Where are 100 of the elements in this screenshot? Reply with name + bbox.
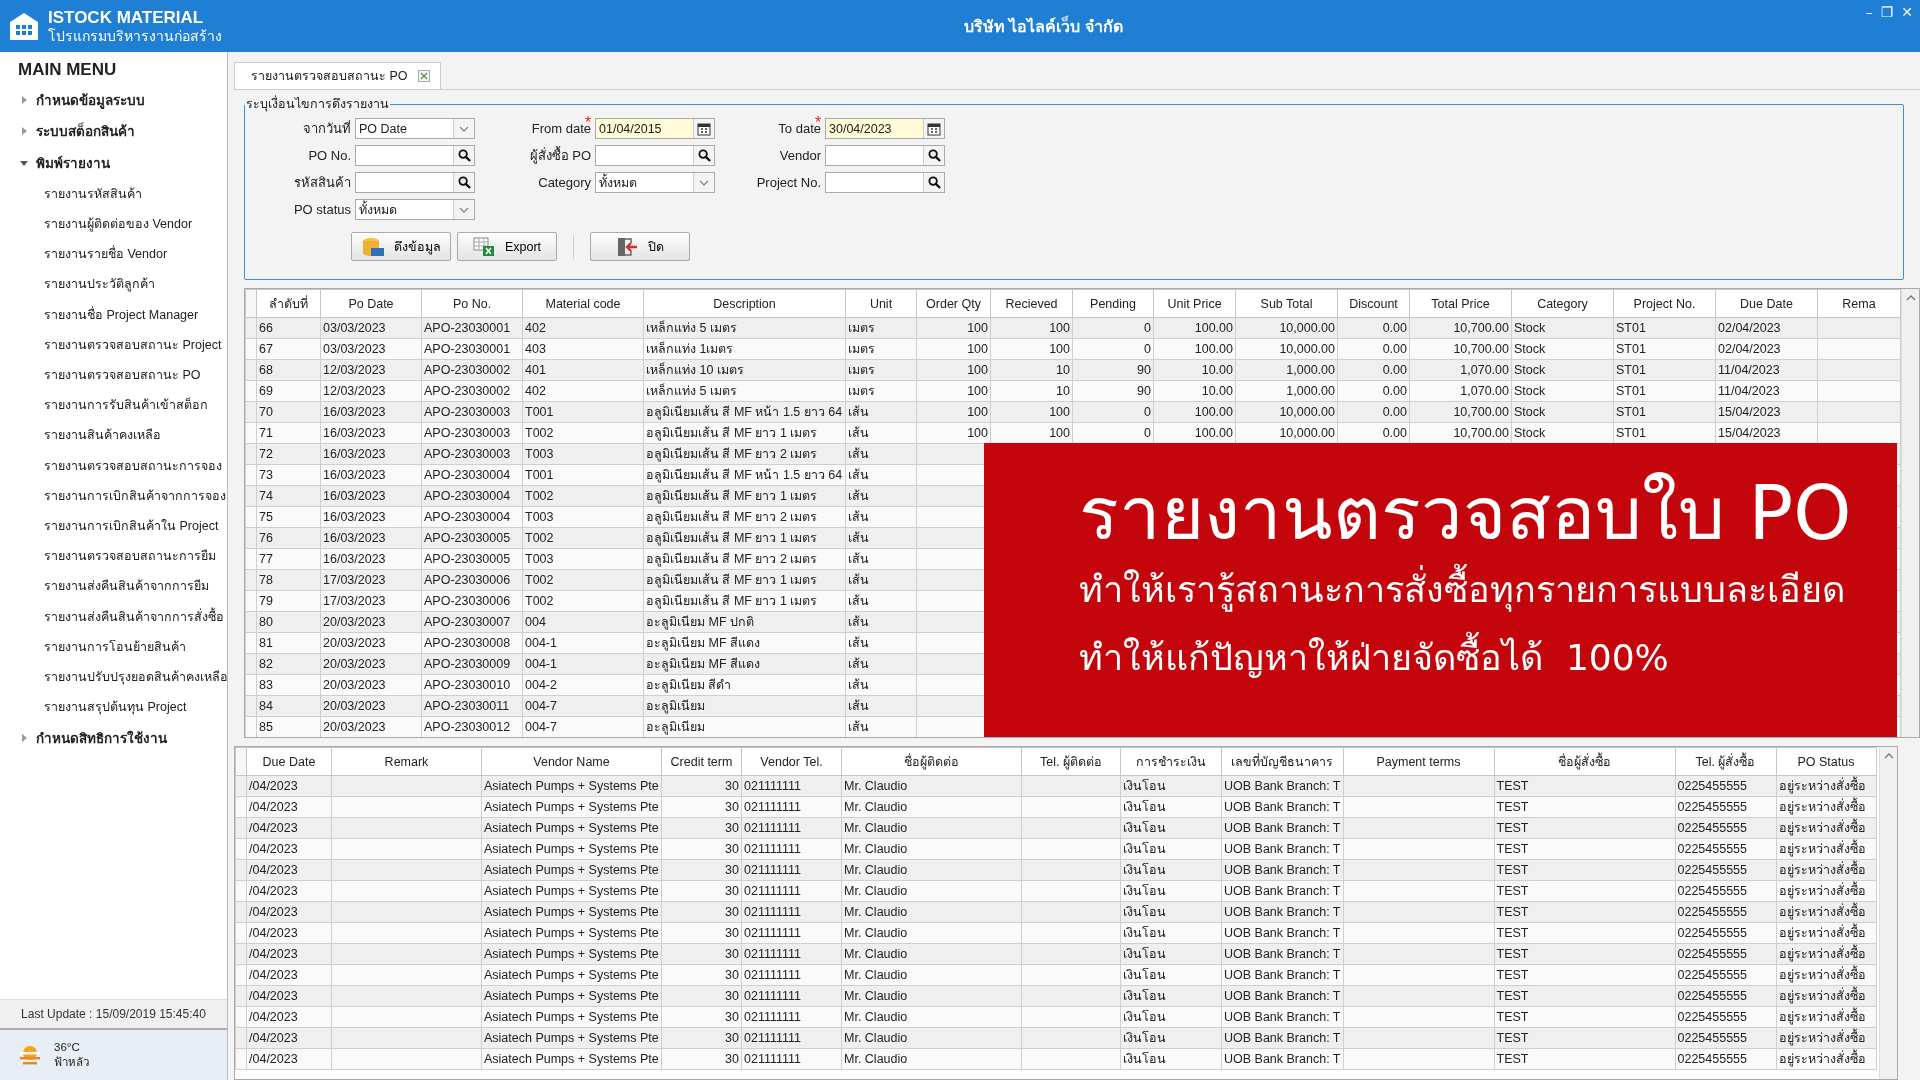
scroll-up-icon[interactable]	[1883, 753, 1894, 759]
column-header[interactable]: Unit	[845, 289, 917, 318]
menu-item[interactable]: รายงานส่งคืนสินค้าจากการสั่งซื้อ	[0, 601, 224, 632]
column-header[interactable]: Pending	[1072, 289, 1154, 318]
column-header[interactable]: Total Price	[1409, 289, 1512, 318]
search-icon	[457, 149, 471, 162]
date-field[interactable]: 30/04/2023	[825, 118, 945, 139]
table-cell: อลูมิเนียมเส้น สี MF ยาว 1 เมตร	[643, 569, 846, 591]
field-label: PO No.	[308, 148, 351, 163]
menu-item[interactable]: รายงานสรุปต้นทุน Project	[0, 691, 187, 723]
menu-item[interactable]: รายงานการโอนย้ายสินค้า	[0, 631, 186, 662]
dropdown-field[interactable]: PO Date	[355, 118, 475, 139]
menu-group[interactable]: ระบบสต็อกสินค้า	[0, 115, 227, 148]
table-cell: อลูมิเนียมเส้น สี MF ยาว 1 เมตร	[643, 422, 846, 444]
menu-heading: MAIN MENU	[17, 59, 118, 81]
search-icon	[927, 149, 941, 162]
search-field[interactable]	[355, 172, 475, 193]
column-header[interactable]: Rema	[1817, 289, 1901, 318]
menu-item[interactable]: รายงานปรับปรุงยอดสินค้าคงเหลือ	[0, 661, 228, 692]
column-header[interactable]: ชื่อผู้ติดต่อ	[841, 747, 1022, 776]
banner-title: รายงานตรวจสอบใบ PO	[1079, 471, 1853, 557]
menu-item[interactable]: รายงานประวัติลูกค้า	[0, 269, 155, 300]
search-field[interactable]	[825, 145, 945, 166]
field-label: Vendor	[779, 148, 821, 163]
close-icon[interactable]	[417, 70, 430, 82]
table-cell: อลูมิเนียมเส้น สี MF ยาว 2 เมตร	[643, 548, 846, 570]
menu-item[interactable]: รายงานรายชื่อ Vendor	[0, 239, 168, 270]
menu-group[interactable]: กำหนดสิทธิการใช้งาน	[0, 722, 227, 754]
table-cell: อลูมิเนียมเส้น สี MF หน้า 1.5 ยาว 64	[643, 401, 846, 423]
database-icon	[361, 236, 384, 257]
dropdown-field[interactable]: ทั้งหมด	[595, 172, 715, 193]
weather-widget[interactable]: 36°C ฟ้าหลัว	[0, 1028, 227, 1080]
column-header[interactable]: PO Status	[1776, 747, 1876, 776]
column-header[interactable]: Due Date	[1715, 289, 1818, 318]
menu-group[interactable]: พิมพ์รายงาน	[0, 147, 227, 179]
scroll-up-icon[interactable]	[1905, 295, 1916, 301]
date-field[interactable]: 01/04/2015	[595, 118, 715, 139]
close-button[interactable]: ✕	[1898, 2, 1916, 22]
app-name: ISTOCK MATERIAL	[48, 8, 205, 28]
field-label: จากวันที่	[303, 119, 351, 138]
column-header[interactable]: Material code	[522, 289, 644, 318]
exit-door-icon	[616, 236, 638, 257]
column-header[interactable]: เลขที่บัญชีธนาคาร	[1221, 747, 1343, 776]
menu-item[interactable]: รายงานผู้ติดต่อของ Vendor	[0, 208, 193, 240]
menu-item[interactable]: รายงานชื่อ Project Manager	[0, 299, 199, 330]
table-cell: อะลูมิเนียม MF ปกติ	[643, 611, 846, 633]
menu-item[interactable]: รายงานตรวจสอบสถานะการจอง	[0, 450, 222, 481]
menu-item[interactable]: รายงานตรวจสอบสถานะ Project	[0, 329, 222, 360]
close-form-button[interactable]: ปิด	[590, 232, 690, 261]
restore-button[interactable]: ❐	[1877, 2, 1897, 22]
column-header[interactable]: Po Date	[320, 289, 422, 318]
column-header[interactable]: Tel. ผู้สั่งซื้อ	[1675, 747, 1776, 776]
minimize-button[interactable]: –	[1862, 2, 1876, 22]
column-header[interactable]: ชื่อผู้สั่งซื้อ	[1494, 747, 1675, 776]
column-header[interactable]: Tel. ผู้ติดต่อ	[1021, 747, 1121, 776]
scrollbar[interactable]	[1879, 747, 1897, 1079]
menu-group[interactable]: กำหนดข้อมูลระบบ	[0, 84, 227, 116]
column-header[interactable]: Recieved	[990, 289, 1073, 318]
column-header[interactable]: Discount	[1337, 289, 1410, 318]
menu-item[interactable]: รายงานตรวจสอบสถานะการยืม	[0, 541, 216, 572]
table-cell: อลูมิเนียมเส้น สี MF ยาว 1 เมตร	[643, 590, 846, 612]
chevron-down-icon	[459, 206, 469, 213]
menu-item[interactable]: รายงานสินค้าคงเหลือ	[0, 420, 161, 451]
column-header[interactable]: Sub Total	[1235, 289, 1338, 318]
column-header[interactable]: Credit term	[661, 747, 742, 776]
column-header[interactable]: Description	[643, 289, 846, 318]
load-data-button[interactable]: ดึงข้อมูล	[351, 232, 451, 261]
menu-item[interactable]: รายงานการเบิกสินค้าใน Project	[0, 510, 219, 542]
export-button[interactable]: Export	[457, 232, 557, 261]
search-field[interactable]	[825, 172, 945, 193]
column-header[interactable]: Order Qty	[916, 289, 991, 318]
menu-item[interactable]: รายงานการรับสินค้าเข้าสต็อก	[0, 390, 208, 421]
search-field[interactable]	[355, 145, 475, 166]
report-tab[interactable]: รายงานตรวจสอบสถานะ PO	[234, 62, 441, 89]
column-header[interactable]: Remark	[331, 747, 482, 776]
column-header[interactable]: Po No.	[421, 289, 523, 318]
column-header[interactable]: Unit Price	[1153, 289, 1236, 318]
column-header[interactable]: Category	[1511, 289, 1614, 318]
column-header[interactable]: Project No.	[1613, 289, 1716, 318]
table-cell: อลูมิเนียมเส้น สี MF ยาว 1 เมตร	[643, 527, 846, 549]
column-header[interactable]: ลำดับที่	[256, 289, 321, 318]
menu-item[interactable]: รายงานส่งคืนสินค้าจากการยืม	[0, 571, 209, 602]
menu-item[interactable]: รายงานรหัสสินค้า	[0, 178, 142, 209]
column-header[interactable]: Payment terms	[1343, 747, 1494, 776]
dropdown-field[interactable]: ทั้งหมด	[355, 199, 475, 220]
filter-legend: ระบุเงื่อนไขการดึงรายงาน	[245, 94, 390, 114]
column-header[interactable]: Due Date	[246, 747, 332, 776]
scrollbar[interactable]	[1901, 289, 1919, 737]
search-field[interactable]	[595, 145, 715, 166]
last-update-text: Last Update : 15/09/2019 15:45:40	[0, 999, 227, 1028]
menu-item[interactable]: รายงานการเบิกสินค้าจากการจอง	[0, 480, 226, 511]
column-header[interactable]: Vendor Tel.	[741, 747, 842, 776]
table-cell: อลูมิเนียมเส้น สี MF หน้า 1.5 ยาว 64	[643, 464, 846, 486]
column-header[interactable]: Vendor Name	[481, 747, 662, 776]
chevron-down-icon	[459, 125, 469, 132]
menu-item[interactable]: รายงานตรวจสอบสถานะ PO	[0, 359, 201, 391]
app-subtitle: โปรแกรมบริหารงานก่อสร้าง	[48, 27, 222, 44]
chevron-down-icon	[699, 179, 709, 186]
field-label: Project No.	[756, 175, 821, 190]
column-header[interactable]: การชำระเงิน	[1120, 747, 1222, 776]
